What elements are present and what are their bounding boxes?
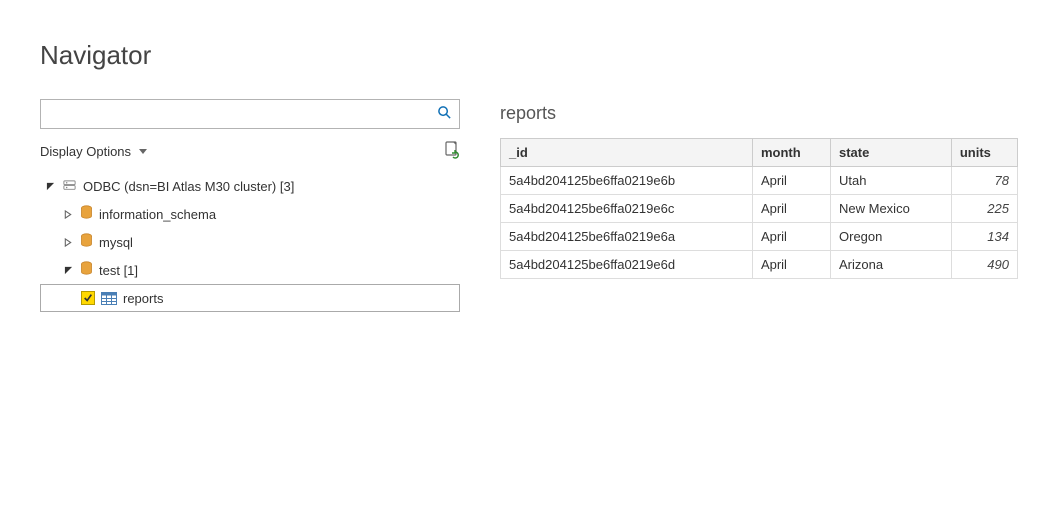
- server-icon: [62, 179, 77, 194]
- preview-table: _idmonthstateunits 5a4bd204125be6ffa0219…: [500, 138, 1018, 279]
- table-row[interactable]: 5a4bd204125be6ffa0219e6bAprilUtah78: [501, 167, 1018, 195]
- table-row[interactable]: 5a4bd204125be6ffa0219e6aAprilOregon134: [501, 223, 1018, 251]
- tree-item-label: mysql: [99, 235, 133, 250]
- display-options-label: Display Options: [40, 144, 131, 159]
- table-cell: 78: [951, 167, 1017, 195]
- table-cell: 5a4bd204125be6ffa0219e6a: [501, 223, 753, 251]
- checkbox-checked-icon[interactable]: [81, 291, 95, 305]
- table-header-row: _idmonthstateunits: [501, 139, 1018, 167]
- table-cell: Oregon: [831, 223, 952, 251]
- table-icon: [101, 292, 117, 305]
- database-icon: [80, 205, 93, 223]
- chevron-down-icon: [139, 149, 147, 154]
- tree-item-label: reports: [123, 291, 163, 306]
- table-cell: April: [752, 251, 830, 279]
- table-row[interactable]: 5a4bd204125be6ffa0219e6dAprilArizona490: [501, 251, 1018, 279]
- tree-item-test[interactable]: test [1]: [40, 256, 460, 284]
- table-column-header[interactable]: _id: [501, 139, 753, 167]
- tree-item-mysql[interactable]: mysql: [40, 228, 460, 256]
- table-cell: Utah: [831, 167, 952, 195]
- tree-root-label: ODBC (dsn=BI Atlas M30 cluster) [3]: [83, 179, 294, 194]
- preview-title: reports: [500, 103, 1018, 124]
- table-row[interactable]: 5a4bd204125be6ffa0219e6cAprilNew Mexico2…: [501, 195, 1018, 223]
- display-options-dropdown[interactable]: Display Options: [40, 144, 147, 159]
- collapse-icon[interactable]: [44, 182, 56, 191]
- expand-icon[interactable]: [62, 210, 74, 219]
- tree-item-reports[interactable]: reports: [40, 284, 460, 312]
- tree-item-information-schema[interactable]: information_schema: [40, 200, 460, 228]
- table-column-header[interactable]: state: [831, 139, 952, 167]
- table-cell: 225: [951, 195, 1017, 223]
- database-icon: [80, 261, 93, 279]
- search-input[interactable]: [40, 99, 460, 129]
- tree-item-label: test [1]: [99, 263, 138, 278]
- table-cell: 5a4bd204125be6ffa0219e6c: [501, 195, 753, 223]
- page-title: Navigator: [40, 40, 1018, 71]
- table-cell: 5a4bd204125be6ffa0219e6d: [501, 251, 753, 279]
- table-cell: New Mexico: [831, 195, 952, 223]
- database-icon: [80, 233, 93, 251]
- table-cell: 5a4bd204125be6ffa0219e6b: [501, 167, 753, 195]
- table-cell: 134: [951, 223, 1017, 251]
- expand-icon[interactable]: [62, 238, 74, 247]
- navigator-left-panel: Display Options: [40, 99, 460, 312]
- preview-panel: reports _idmonthstateunits 5a4bd204125be…: [500, 99, 1018, 312]
- search-icon[interactable]: [437, 105, 452, 123]
- table-column-header[interactable]: units: [951, 139, 1017, 167]
- table-cell: April: [752, 167, 830, 195]
- table-cell: April: [752, 195, 830, 223]
- table-cell: April: [752, 223, 830, 251]
- tree-item-label: information_schema: [99, 207, 216, 222]
- table-column-header[interactable]: month: [752, 139, 830, 167]
- collapse-icon[interactable]: [62, 266, 74, 275]
- navigator-tree: ODBC (dsn=BI Atlas M30 cluster) [3] info…: [40, 172, 460, 312]
- tree-root-odbc[interactable]: ODBC (dsn=BI Atlas M30 cluster) [3]: [40, 172, 460, 200]
- table-cell: 490: [951, 251, 1017, 279]
- table-cell: Arizona: [831, 251, 952, 279]
- refresh-icon[interactable]: [444, 141, 460, 162]
